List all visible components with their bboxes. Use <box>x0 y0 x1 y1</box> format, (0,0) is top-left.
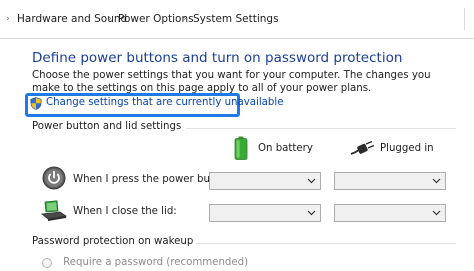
section-divider <box>186 128 456 129</box>
power-button-on-battery-select[interactable] <box>209 172 321 190</box>
page-description: Choose the power settings that you want … <box>32 70 431 94</box>
breadcrumb-system-settings[interactable]: System Settings <box>193 0 279 38</box>
require-password-label: Require a password (recommended) <box>63 257 249 268</box>
lid-row-label: When I close the lid: <box>73 206 177 217</box>
breadcrumb-separator-icon[interactable]: › <box>183 0 187 38</box>
power-section-label: Power button and lid settings <box>32 121 182 132</box>
change-settings-link[interactable]: Change settings that are currently unava… <box>46 97 284 108</box>
page-title: Define power buttons and turn on passwor… <box>32 50 403 66</box>
lid-on-battery-select[interactable] <box>209 204 321 222</box>
address-bar-divider <box>464 8 465 30</box>
breadcrumb-separator-icon[interactable]: › <box>108 0 112 38</box>
power-button-icon <box>42 166 66 190</box>
breadcrumb-root-chevron-icon[interactable]: › <box>6 0 10 38</box>
chevron-down-icon <box>432 178 441 184</box>
lid-plugged-in-select[interactable] <box>334 204 446 222</box>
laptop-lid-icon <box>41 200 68 221</box>
on-battery-header: On battery <box>258 143 313 154</box>
plugged-in-header: Plugged in <box>380 143 434 154</box>
power-button-plugged-in-select[interactable] <box>334 172 446 190</box>
uac-shield-icon <box>30 97 42 110</box>
section-divider <box>196 243 456 244</box>
require-password-radio[interactable] <box>42 257 52 268</box>
battery-icon <box>234 136 248 160</box>
require-password-option[interactable]: Require a password (recommended) <box>42 252 248 271</box>
address-bar: › Hardware and Sound › Power Options › S… <box>0 0 474 39</box>
chevron-down-icon <box>307 210 316 216</box>
plug-icon <box>350 140 375 155</box>
chevron-down-icon <box>432 210 441 216</box>
chevron-down-icon <box>307 178 316 184</box>
password-section-label: Password protection on wakeup <box>32 236 194 247</box>
